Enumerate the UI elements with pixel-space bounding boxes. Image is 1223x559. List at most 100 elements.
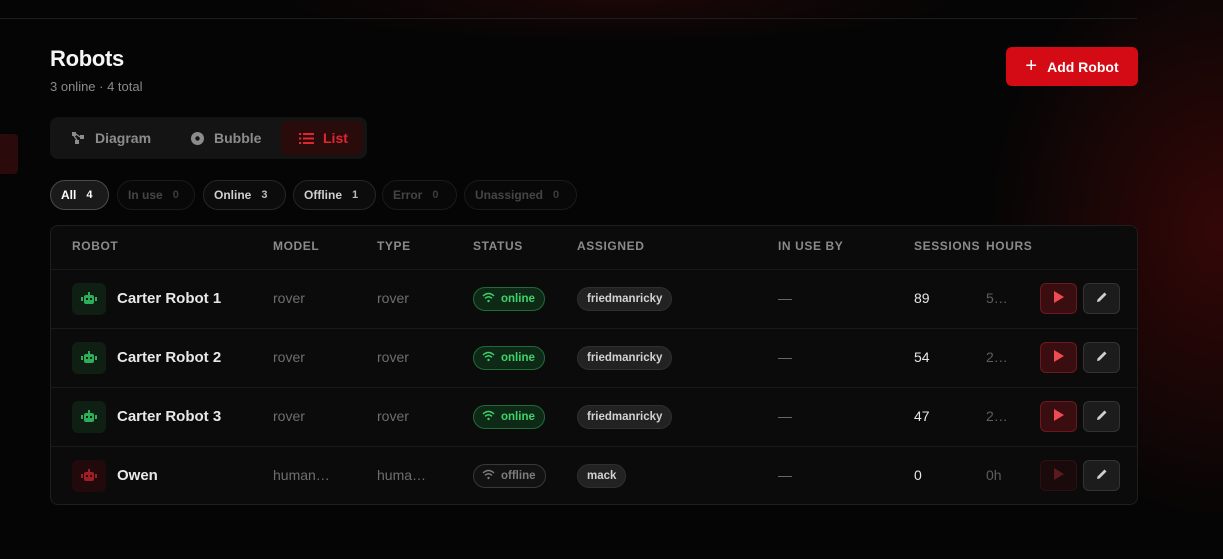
filter-chip-all[interactable]: All 4 xyxy=(50,180,109,210)
wifi-icon xyxy=(482,469,495,483)
table-row[interactable]: Carter Robot 2 rover rover online friedm… xyxy=(51,328,1137,388)
filter-chip-online[interactable]: Online 3 xyxy=(203,180,286,210)
top-divider xyxy=(0,18,1137,19)
robot-type: rover xyxy=(377,349,409,365)
column-header-robot[interactable]: ROBOT xyxy=(72,239,118,253)
edit-robot-button[interactable] xyxy=(1083,283,1120,314)
edit-robot-button[interactable] xyxy=(1083,401,1120,432)
pencil-icon xyxy=(1096,290,1108,308)
status-label: online xyxy=(501,352,535,364)
pencil-icon xyxy=(1096,467,1108,485)
view-tab-diagram[interactable]: Diagram xyxy=(70,121,176,155)
view-tab-bubble[interactable]: Bubble xyxy=(190,121,290,155)
filter-chip-label: Online xyxy=(214,188,252,202)
status-label: online xyxy=(501,411,535,423)
start-session-button[interactable] xyxy=(1040,401,1077,432)
filter-chip-count: 0 xyxy=(553,189,560,201)
page-title: Robots xyxy=(50,46,124,71)
plus-icon: + xyxy=(1025,54,1038,77)
view-tab-label: List xyxy=(323,130,348,146)
assigned-badge: friedmanricky xyxy=(577,287,673,311)
filter-chip-count: 0 xyxy=(432,189,439,201)
filter-chip-error[interactable]: Error 0 xyxy=(382,180,457,210)
robot-name[interactable]: Carter Robot 3 xyxy=(117,408,221,425)
sessions-count: 47 xyxy=(914,408,930,424)
filter-chip-count: 1 xyxy=(352,189,359,201)
filter-chip-unassigned[interactable]: Unassigned 0 xyxy=(464,180,577,210)
page-subtitle: 3 online · 4 total xyxy=(50,79,143,94)
sessions-count: 54 xyxy=(914,349,930,365)
start-session-button[interactable] xyxy=(1040,342,1077,373)
robot-icon xyxy=(72,401,106,433)
sessions-count: 0 xyxy=(914,467,922,483)
filter-chip-label: All xyxy=(61,188,77,202)
robot-name[interactable]: Owen xyxy=(117,467,158,484)
play-icon xyxy=(1053,349,1064,367)
view-tab-label: Diagram xyxy=(95,130,152,146)
robot-type: rover xyxy=(377,290,409,306)
table-row[interactable]: Owen human… huma… offline mack — 0 0h xyxy=(51,446,1137,506)
status-badge: online xyxy=(473,346,545,370)
play-icon xyxy=(1053,467,1064,485)
bubble-icon xyxy=(190,131,205,146)
status-badge: online xyxy=(473,287,545,311)
robot-icon xyxy=(72,460,106,492)
robot-type: huma… xyxy=(377,467,427,483)
filter-chip-count: 3 xyxy=(261,189,268,201)
pencil-icon xyxy=(1096,408,1108,426)
filter-chip-label: Error xyxy=(393,188,423,202)
column-header-in-use-by[interactable]: IN USE BY xyxy=(778,239,843,253)
robot-model: rover xyxy=(273,408,305,424)
hours-count: 2… xyxy=(986,349,1008,365)
status-badge: offline xyxy=(473,464,546,488)
table-row[interactable]: Carter Robot 3 rover rover online friedm… xyxy=(51,387,1137,447)
status-badge: online xyxy=(473,405,545,429)
assigned-badge: mack xyxy=(577,464,627,488)
in-use-by: — xyxy=(778,290,792,306)
column-header-model[interactable]: MODEL xyxy=(273,239,319,253)
edit-robot-button[interactable] xyxy=(1083,342,1120,373)
assigned-badge: friedmanricky xyxy=(577,346,673,370)
hours-count: 2… xyxy=(986,408,1008,424)
filter-chip-label: Unassigned xyxy=(475,188,544,202)
view-tab-label: Bubble xyxy=(214,130,262,146)
robot-model: human… xyxy=(273,467,330,483)
add-robot-button-label: Add Robot xyxy=(1047,58,1119,75)
column-header-type[interactable]: TYPE xyxy=(377,239,411,253)
wifi-icon xyxy=(482,351,495,365)
filter-chip-count: 4 xyxy=(86,189,93,201)
filter-chip-offline[interactable]: Offline 1 xyxy=(293,180,376,210)
robot-name[interactable]: Carter Robot 2 xyxy=(117,349,221,366)
robot-model: rover xyxy=(273,290,305,306)
edit-robot-button[interactable] xyxy=(1083,460,1120,491)
play-icon xyxy=(1053,290,1064,308)
filter-chip-in-use[interactable]: In use 0 xyxy=(117,180,195,210)
robots-table: ROBOT MODEL TYPE STATUS ASSIGNED IN USE … xyxy=(50,225,1138,505)
filter-chip-count: 0 xyxy=(172,189,179,201)
filter-chip-label: In use xyxy=(128,188,163,202)
hours-count: 0h xyxy=(986,467,1002,483)
robot-icon xyxy=(72,283,106,315)
column-header-status[interactable]: STATUS xyxy=(473,239,523,253)
in-use-by: — xyxy=(778,349,792,365)
column-header-assigned[interactable]: ASSIGNED xyxy=(577,239,644,253)
robot-name[interactable]: Carter Robot 1 xyxy=(117,290,221,307)
assigned-badge: friedmanricky xyxy=(577,405,673,429)
robot-type: rover xyxy=(377,408,409,424)
column-header-hours[interactable]: HOURS xyxy=(986,239,1032,253)
add-robot-button[interactable]: + Add Robot xyxy=(1006,47,1138,86)
list-icon xyxy=(299,132,314,145)
start-session-button[interactable] xyxy=(1040,283,1077,314)
table-row[interactable]: Carter Robot 1 rover rover online friedm… xyxy=(51,269,1137,329)
pencil-icon xyxy=(1096,349,1108,367)
column-header-sessions[interactable]: SESSIONS xyxy=(914,239,980,253)
view-tab-list[interactable]: List xyxy=(281,121,363,155)
start-session-button[interactable] xyxy=(1040,460,1077,491)
filter-chip-label: Offline xyxy=(304,188,342,202)
sessions-count: 89 xyxy=(914,290,930,306)
robot-icon xyxy=(72,342,106,374)
sidebar-edge-accent xyxy=(0,134,18,174)
in-use-by: — xyxy=(778,467,792,483)
status-label: online xyxy=(501,293,535,305)
diagram-icon xyxy=(70,130,86,146)
